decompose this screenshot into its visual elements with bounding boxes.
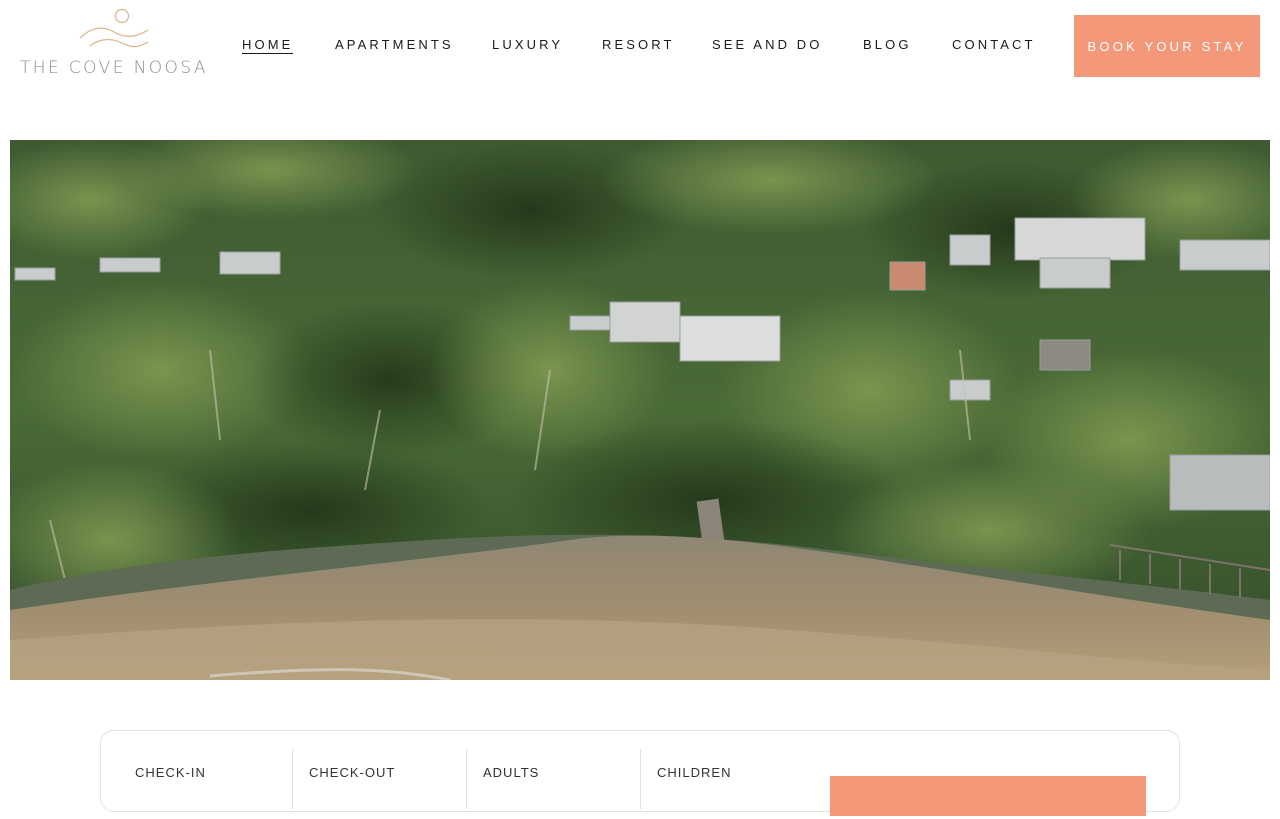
nav-luxury[interactable]: LUXURY bbox=[492, 37, 563, 52]
field-divider bbox=[640, 749, 641, 809]
sun-wave-logo-icon bbox=[79, 8, 149, 48]
nav-see-and-do[interactable]: SEE AND DO bbox=[712, 37, 822, 52]
children-label: CHILDREN bbox=[657, 765, 732, 780]
nav-contact[interactable]: CONTACT bbox=[952, 37, 1036, 52]
nav-home[interactable]: HOME bbox=[242, 37, 294, 54]
site-logo[interactable]: THE COVE NOOSA bbox=[20, 8, 210, 82]
nav-apartments[interactable]: APARTMENTS bbox=[335, 37, 454, 52]
check-availability-button[interactable] bbox=[830, 776, 1146, 816]
logo-text: THE COVE NOOSA bbox=[20, 58, 208, 78]
book-your-stay-button[interactable]: BOOK YOUR STAY bbox=[1074, 15, 1260, 77]
site-header: THE COVE NOOSA HOME APARTMENTS LUXURY RE… bbox=[0, 0, 1280, 100]
nav-resort[interactable]: RESORT bbox=[602, 37, 675, 52]
check-out-field[interactable]: CHECK-OUT bbox=[309, 749, 459, 819]
booking-form: CHECK-IN CHECK-OUT ADULTS CHILDREN bbox=[100, 730, 1180, 816]
check-out-label: CHECK-OUT bbox=[309, 765, 396, 780]
adults-field[interactable]: ADULTS bbox=[483, 749, 633, 819]
aerial-coast-photo bbox=[10, 140, 1270, 680]
check-in-field[interactable]: CHECK-IN bbox=[135, 749, 285, 819]
children-field[interactable]: CHILDREN bbox=[657, 749, 807, 819]
field-divider bbox=[466, 749, 467, 809]
hero-image bbox=[10, 140, 1270, 680]
field-divider bbox=[292, 749, 293, 809]
nav-blog[interactable]: BLOG bbox=[863, 37, 912, 52]
check-in-label: CHECK-IN bbox=[135, 765, 206, 780]
adults-label: ADULTS bbox=[483, 765, 540, 780]
